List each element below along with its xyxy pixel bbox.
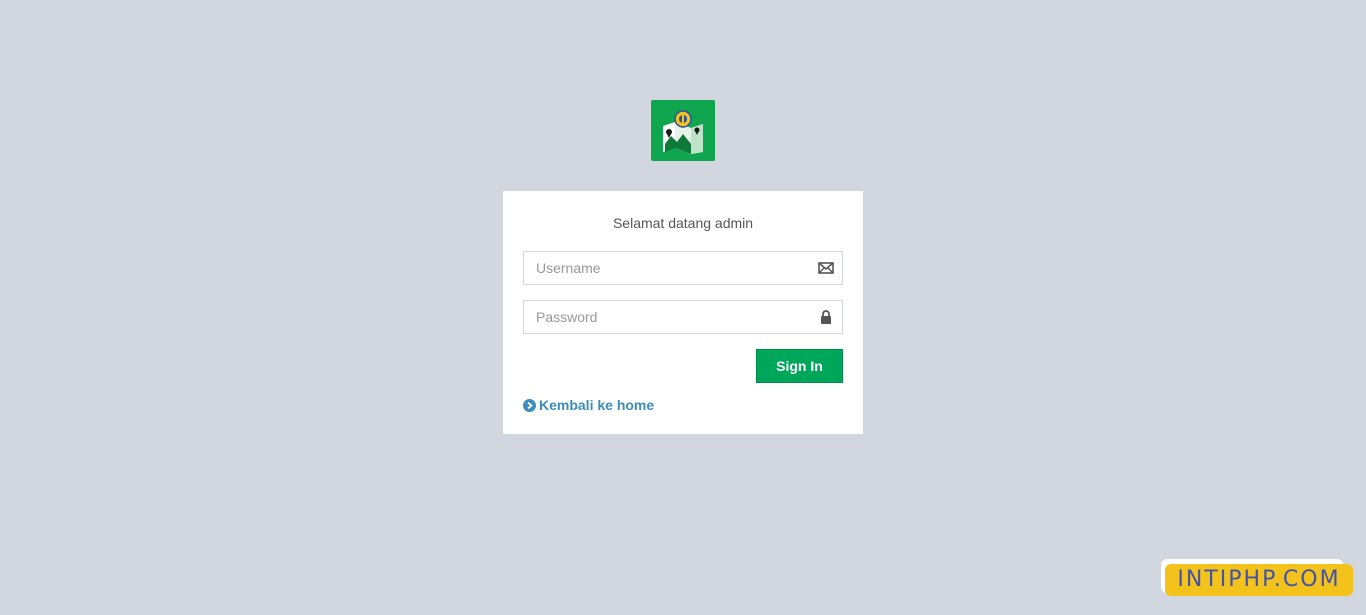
lock-icon [821, 310, 831, 324]
login-box-message: Selamat datang admin [612, 215, 754, 231]
back-to-home-label: Kembali ke home [539, 397, 655, 413]
chevron-circle-right-icon [523, 398, 536, 412]
password-field-group [523, 300, 843, 334]
sign-in-button[interactable]: Sign In [756, 349, 843, 383]
login-page: Selamat datang admin Sign In [0, 0, 1366, 615]
map-emblem-icon [663, 109, 703, 154]
password-input[interactable] [523, 300, 843, 334]
app-logo [651, 100, 715, 161]
login-actions: Sign In [523, 349, 843, 383]
login-box: Selamat datang admin Sign In [503, 191, 863, 434]
username-input[interactable] [523, 251, 843, 285]
watermark-badge: INTIPHP.COM [1165, 564, 1353, 596]
envelope-icon [818, 262, 834, 274]
back-to-home-link[interactable]: Kembali ke home [523, 396, 654, 414]
username-field-group [523, 251, 843, 285]
